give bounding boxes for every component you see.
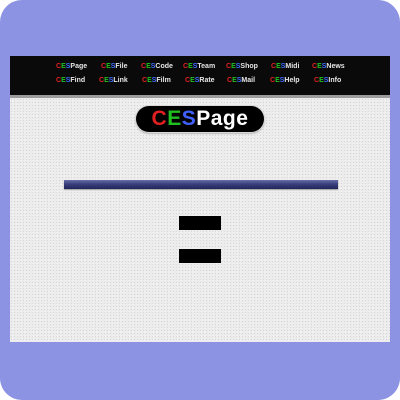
nav-link-label: File [115,63,128,70]
nav-link-label: Film [156,77,171,84]
nav-link-page[interactable]: CESPage [56,62,87,71]
nav-link-find[interactable]: CESFind [56,76,85,85]
nav-link-team[interactable]: CESTeam [183,62,215,71]
nav-link-news[interactable]: CESNews [312,62,345,71]
nav-link-shop[interactable]: CESShop [226,62,258,71]
nav-link-film[interactable]: CESFilm [142,76,171,85]
nav-link-label: Team [197,63,216,70]
logo-letter-e: E [167,107,182,130]
nav-link-label: Help [284,77,300,84]
image-placeholder-bottom[interactable] [179,249,221,263]
nav-link-help[interactable]: CESHelp [270,76,300,85]
nav-link-label: Find [70,77,86,84]
nav-link-label: Code [155,63,173,70]
nav-link-label: News [326,63,345,70]
nav-link-file[interactable]: CESFile [101,62,127,71]
nav-link-label: Page [70,63,88,70]
nav-link-label: Midi [285,63,300,70]
nav-link-midi[interactable]: CESMidi [271,62,299,71]
logo-letter-c: C [151,107,168,130]
nav-link-info[interactable]: CESInfo [314,76,341,85]
site-logo: CESPage [136,106,264,132]
logo-word: Page [196,107,249,130]
nav-link-label: Rate [199,77,215,84]
content-area [10,56,390,342]
nav-link-label: Mail [241,77,256,84]
nav-link-rate[interactable]: CESRate [185,76,215,85]
horizontal-rule-bar [64,180,338,189]
image-placeholder-top[interactable] [179,216,221,230]
logo-letter-s: S [181,107,197,130]
nav-link-code[interactable]: CESCode [141,62,173,71]
nav-link-label: Link [113,77,128,84]
nav-link-label: Shop [240,63,258,70]
nav-link-link[interactable]: CESLink [99,76,128,85]
nav-link-label: Info [328,77,342,84]
top-navbar: CESPage CESFile CESCode CESTeam CESShop … [10,56,390,98]
nav-link-mail[interactable]: CESMail [227,76,255,85]
